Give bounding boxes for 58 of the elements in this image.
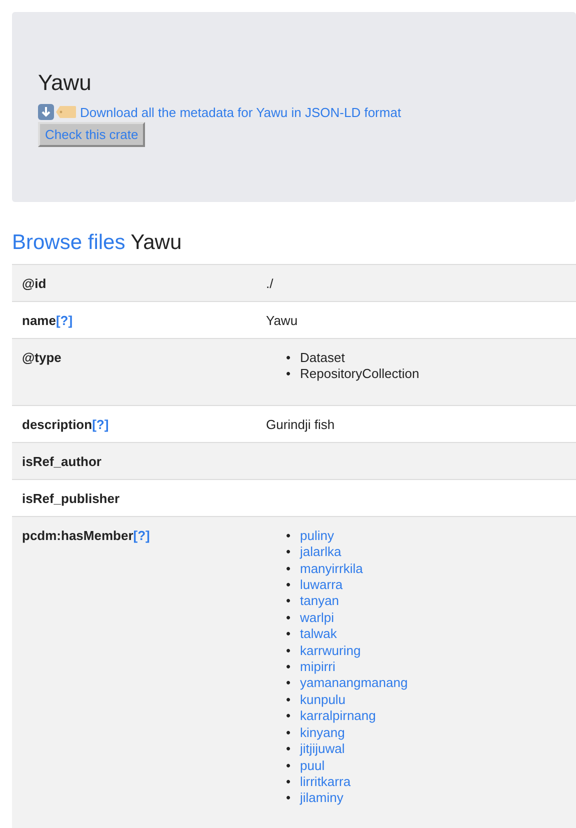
bullet: • — [286, 675, 292, 692]
member-link[interactable]: warlpi — [300, 610, 334, 626]
bullet: • — [286, 560, 292, 578]
member-link[interactable]: luwarra — [300, 577, 343, 594]
property-value: Gurindji fish — [266, 416, 335, 432]
bullet: • — [286, 642, 292, 660]
property-name: isRef_author — [22, 454, 102, 469]
member-link[interactable]: yamanangmanang — [300, 675, 408, 692]
bullet: • — [286, 790, 292, 807]
help-link[interactable]: [?] — [133, 528, 150, 543]
member-link[interactable]: karrwuring — [300, 642, 361, 660]
member-link[interactable]: kinyang — [300, 724, 345, 742]
download-link[interactable]: Download all the metadata for Yawu in JSON-LD format — [80, 104, 402, 120]
bullet: • — [286, 350, 292, 366]
member-link[interactable]: jitjijuwal — [300, 741, 345, 758]
property-name: pcdm:hasMember — [22, 528, 134, 543]
crate-name: Yawu — [130, 231, 182, 254]
check-crate-button[interactable]: Check this crate — [38, 122, 146, 147]
bullet: • — [286, 528, 292, 544]
bullet: • — [286, 692, 292, 708]
member-link[interactable]: jilaminy — [300, 790, 344, 807]
property-name: @id — [22, 276, 46, 291]
bullet: • — [286, 577, 292, 594]
member-link[interactable]: jalarlka — [300, 544, 342, 561]
browse-files-link[interactable]: Browse files — [12, 231, 126, 254]
bullet: • — [286, 659, 292, 676]
page-title: Yawu — [38, 70, 92, 96]
bullet: • — [286, 366, 292, 383]
bullet: • — [286, 708, 292, 725]
type-item: RepositoryCollection — [300, 366, 420, 383]
bullet: • — [286, 741, 292, 758]
tag-icon — [56, 106, 76, 118]
member-link[interactable]: lirritkarra — [300, 774, 351, 790]
property-value: Yawu — [266, 313, 298, 328]
bullet: • — [286, 724, 292, 742]
property-name: @type — [22, 350, 62, 365]
member-link[interactable]: puul — [300, 758, 325, 774]
member-link[interactable]: karralpirnang — [300, 708, 376, 725]
property-name: isRef_publisher — [22, 490, 120, 506]
bullet: • — [286, 593, 292, 610]
property-value: ./ — [266, 276, 274, 291]
member-link[interactable]: tanyan — [300, 593, 340, 610]
member-link[interactable]: kunpulu — [300, 692, 346, 708]
member-link[interactable]: puliny — [300, 528, 334, 544]
member-link[interactable]: mipirri — [300, 659, 336, 676]
bullet: • — [286, 610, 292, 626]
property-name: name — [22, 313, 56, 328]
bullet: • — [286, 544, 292, 561]
member-link[interactable]: manyirrkila — [300, 560, 363, 578]
type-item: Dataset — [300, 350, 345, 366]
property-name: description — [22, 416, 92, 432]
help-link[interactable]: [?] — [92, 416, 109, 432]
download-icon — [38, 104, 54, 120]
bullet: • — [286, 758, 292, 774]
help-link[interactable]: [?] — [56, 313, 73, 328]
member-link[interactable]: talwak — [300, 626, 337, 643]
bullet: • — [286, 774, 292, 790]
bullet: • — [286, 626, 292, 643]
